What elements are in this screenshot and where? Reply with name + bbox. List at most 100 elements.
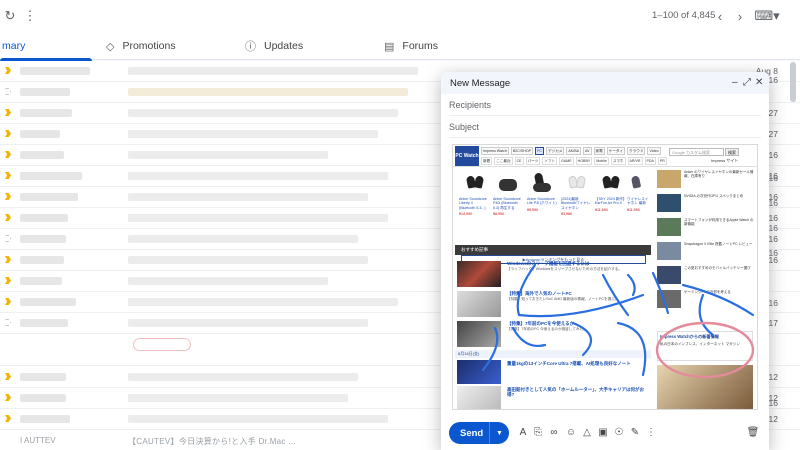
lock-icon[interactable]: ☉ xyxy=(613,426,625,438)
attachment-chip[interactable] xyxy=(133,338,191,351)
importance-marker-icon[interactable] xyxy=(5,88,11,95)
trash-icon[interactable]: 🗑︎ xyxy=(747,426,760,438)
attach-icon[interactable]: ⎘ xyxy=(532,426,544,438)
site-nav-item: クラウド xyxy=(627,147,646,155)
send-button[interactable]: Send ▼ xyxy=(449,422,509,444)
site-nav-item: ケータイ xyxy=(606,147,626,155)
emoji-icon[interactable]: ☺ xyxy=(565,426,577,438)
list-scrollbar[interactable] xyxy=(790,62,796,102)
email-date: 16 xyxy=(768,198,778,208)
drive-icon[interactable]: △ xyxy=(581,426,593,438)
tag-icon: ◇ xyxy=(106,40,115,53)
close-icon[interactable]: ✕ xyxy=(755,77,763,88)
importance-marker-icon[interactable] xyxy=(5,109,11,116)
site-nav-item: AV xyxy=(583,147,592,155)
importance-marker-icon[interactable] xyxy=(5,172,11,179)
product-desc: Anker Soundcore Life P3i (ホワイト) xyxy=(527,197,557,206)
side-news-item: Anker のワイヤレスイヤホンの最新セール情報、在庫有り xyxy=(657,169,757,192)
site-subnav-item: PR xyxy=(657,157,667,165)
importance-marker-icon[interactable] xyxy=(5,235,11,242)
tab-primary[interactable]: mary xyxy=(0,32,92,61)
tab-label: Forums xyxy=(402,40,438,52)
compose-title: New Message xyxy=(450,77,511,89)
importance-marker-icon[interactable] xyxy=(5,214,11,221)
site-subnav-item: Mobile xyxy=(594,157,609,165)
compose-header[interactable]: New Message – ⤢ ✕ xyxy=(441,72,769,94)
site-nav: Impress Watch B2C/SHOP PC デジカメ AKIBA AV … xyxy=(481,147,661,155)
site-subnav-item: パーツ xyxy=(525,157,541,165)
side-card-sub: 私の日本のインプレス、インターネット マガジン xyxy=(660,342,740,346)
popout-icon[interactable]: ⤢ xyxy=(743,77,751,88)
tab-label: Promotions xyxy=(122,40,176,52)
site-subnav-item: GAME xyxy=(559,157,574,165)
email-date: 16 xyxy=(768,213,778,223)
tab-promotions[interactable]: ◇ Promotions xyxy=(106,32,176,60)
site-subnav-item: HOBBY xyxy=(575,157,593,165)
email-date: 16 xyxy=(768,223,778,233)
site-subnav-item: ソフト xyxy=(542,157,558,165)
more-vert-icon[interactable]: ⋮ xyxy=(645,426,657,438)
product-price: ¥11,690 xyxy=(595,207,608,212)
importance-marker-icon[interactable] xyxy=(5,130,11,137)
importance-marker-icon[interactable] xyxy=(5,67,11,74)
mail-toolbar: ↻ ⋮ 1–100 of 4,845 ‹ › ⌨▾ xyxy=(0,0,800,32)
article-sub: 【ライフハック】Windowsをスリープさせないための方法を紹介する。 xyxy=(507,267,622,271)
importance-marker-icon[interactable] xyxy=(5,277,11,284)
site-subnav-item: ここ最近 xyxy=(494,157,513,165)
site-header: PC Watch Impress Watch B2C/SHOP PC デジカメ … xyxy=(453,145,757,167)
side-card: Impress Watchからの新着情報 私の日本のインプレス、インターネット … xyxy=(657,331,753,361)
tab-label: Updates xyxy=(264,40,304,52)
forum-icon: ▤ xyxy=(384,40,395,53)
importance-marker-icon[interactable] xyxy=(5,151,11,158)
pen-icon[interactable]: ✎ xyxy=(629,426,641,438)
site-subnav-item: 新着 xyxy=(481,157,493,165)
image-icon[interactable]: ▣ xyxy=(597,426,609,438)
earbuds-image xyxy=(564,171,588,193)
email-date: 12 xyxy=(768,414,778,424)
refresh-icon[interactable]: ↻ xyxy=(2,8,18,24)
keyboard-icon[interactable]: ⌨▾ xyxy=(754,8,779,24)
article-item: 【特集】7年前のPCを今使えるか 【特集】7年前のPC 今使えるのか検証してみた… xyxy=(457,319,651,349)
schedule-send-dropdown[interactable]: ▼ xyxy=(489,422,509,444)
minimize-icon[interactable]: – xyxy=(732,77,738,88)
email-date: 12 xyxy=(768,372,778,382)
article-title: 【特集】海外で人気のノートPC xyxy=(507,291,572,296)
side-news-text: スマートフォンが利用できるApple Watch の新機能 xyxy=(684,218,754,227)
earbuds-image xyxy=(598,171,622,193)
article-thumbnail xyxy=(457,386,501,409)
article-thumbnail xyxy=(457,291,501,317)
product-price: ¥8,990 xyxy=(493,212,504,217)
product-desc: Anker Soundcore Liberty 4 (Bluetooth 5.3… xyxy=(459,197,487,210)
chevron-left-icon[interactable]: ‹ xyxy=(712,8,728,24)
side-news-text: Anker のワイヤレスイヤホンの最新セール情報、在庫有り xyxy=(684,170,754,179)
format-text-icon[interactable]: A xyxy=(517,426,529,438)
chevron-right-icon[interactable]: › xyxy=(732,8,748,24)
importance-marker-icon[interactable] xyxy=(5,373,11,380)
importance-marker-icon[interactable] xyxy=(5,394,11,401)
earbuds-image xyxy=(627,171,651,193)
importance-marker-icon[interactable] xyxy=(5,298,11,305)
importance-marker-icon[interactable] xyxy=(5,193,11,200)
more-vert-icon[interactable]: ⋮ xyxy=(22,8,38,24)
email-date: 16 xyxy=(768,150,778,160)
site-nav-item: Video xyxy=(647,147,661,155)
embedded-screenshot[interactable]: PC Watch Impress Watch B2C/SHOP PC デジカメ … xyxy=(452,144,758,410)
importance-marker-icon[interactable] xyxy=(5,319,11,326)
article-sub: 【特集】7年前のPC 今使えるのか検証してみた。 xyxy=(507,327,587,331)
side-news-text: ゲーミングPCの冷却を考える xyxy=(684,290,731,294)
importance-marker-icon[interactable] xyxy=(5,256,11,263)
tab-updates[interactable]: ⓘ Updates xyxy=(245,32,303,60)
recipients-field[interactable]: Recipients xyxy=(449,94,761,116)
side-news-item: Snapdragon X Elite 搭載ノートPC レビュー xyxy=(657,241,757,264)
product-price: ¥11,990 xyxy=(627,207,640,212)
tab-forums[interactable]: ▤ Forums xyxy=(384,32,438,60)
product-item: Anker Soundcore Life P3i (ホワイト) ¥5,990 xyxy=(527,169,557,239)
subject-field[interactable]: Subject xyxy=(449,116,761,138)
email-date: 16 xyxy=(768,234,778,244)
article-thumbnail xyxy=(457,261,501,287)
side-card-title: Impress Watchからの新着情報 xyxy=(660,334,719,339)
link-icon[interactable]: ∞ xyxy=(548,426,560,438)
importance-marker-icon[interactable] xyxy=(5,415,11,422)
info-icon: ⓘ xyxy=(245,41,256,53)
article-sub: 【特集】知っておきたいSoC AMD 最新版の情報。ノートPCを選ぶ。 xyxy=(507,297,619,301)
